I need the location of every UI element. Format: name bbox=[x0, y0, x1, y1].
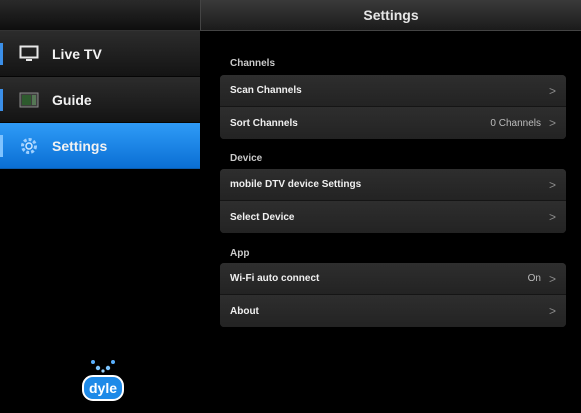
about-row[interactable]: About > bbox=[220, 295, 566, 327]
settings-group-app: Wi-Fi auto connect On > About > bbox=[220, 263, 566, 327]
settings-group-device: mobile DTV device Settings > Select Devi… bbox=[220, 169, 566, 233]
row-value: 0 Channels bbox=[490, 117, 541, 129]
chevron-right-icon: > bbox=[548, 210, 556, 224]
chevron-right-icon: > bbox=[548, 83, 556, 98]
chevron-right-icon: > bbox=[548, 116, 556, 130]
sidebar-item-live-tv[interactable]: Live TV bbox=[0, 31, 200, 77]
section-label-device: Device bbox=[230, 153, 263, 164]
sort-channels-row[interactable]: Sort Channels 0 Channels > bbox=[220, 107, 566, 139]
row-label: Select Device bbox=[230, 211, 295, 223]
chevron-right-icon: > bbox=[548, 271, 556, 286]
chevron-right-icon: > bbox=[548, 304, 556, 318]
sidebar-item-label: Settings bbox=[52, 137, 108, 154]
row-label: mobile DTV device Settings bbox=[230, 179, 362, 190]
sidebar-item-settings[interactable]: Settings bbox=[0, 123, 200, 169]
sidebar-item-guide[interactable]: Guide bbox=[0, 77, 200, 123]
tv-icon bbox=[18, 44, 40, 64]
selection-rail bbox=[0, 43, 3, 65]
gear-icon bbox=[18, 136, 40, 156]
row-label: About bbox=[230, 305, 259, 317]
sidebar-item-label: Live TV bbox=[52, 45, 102, 62]
page-title: Settings bbox=[363, 7, 419, 23]
mobile-dtv-device-settings-row[interactable]: mobile DTV device Settings > bbox=[220, 169, 566, 201]
svg-text:dyle: dyle bbox=[89, 380, 117, 396]
row-value: On bbox=[527, 273, 541, 284]
row-label: Scan Channels bbox=[230, 85, 302, 96]
settings-panel: Settings Channels Scan Channels > Sort C… bbox=[200, 0, 581, 413]
row-label: Wi-Fi auto connect bbox=[230, 273, 320, 284]
select-device-row[interactable]: Select Device > bbox=[220, 201, 566, 233]
title-bar: Settings bbox=[200, 0, 581, 31]
row-label: Sort Channels bbox=[230, 117, 298, 129]
section-label-app: App bbox=[230, 248, 250, 259]
selection-rail bbox=[0, 135, 3, 157]
sidebar-header bbox=[0, 0, 200, 31]
wifi-auto-connect-row[interactable]: Wi-Fi auto connect On > bbox=[220, 263, 566, 295]
guide-icon bbox=[18, 90, 40, 110]
settings-group-channels: Scan Channels > Sort Channels 0 Channels… bbox=[220, 75, 566, 139]
sidebar: Live TV Guide Settings dyle bbox=[0, 0, 200, 413]
scan-channels-row[interactable]: Scan Channels > bbox=[220, 75, 566, 107]
dyle-logo: dyle bbox=[80, 358, 126, 404]
selection-rail bbox=[0, 89, 3, 111]
sidebar-item-label: Guide bbox=[52, 91, 92, 108]
section-label-channels: Channels bbox=[230, 58, 276, 69]
chevron-right-icon: > bbox=[548, 177, 556, 192]
